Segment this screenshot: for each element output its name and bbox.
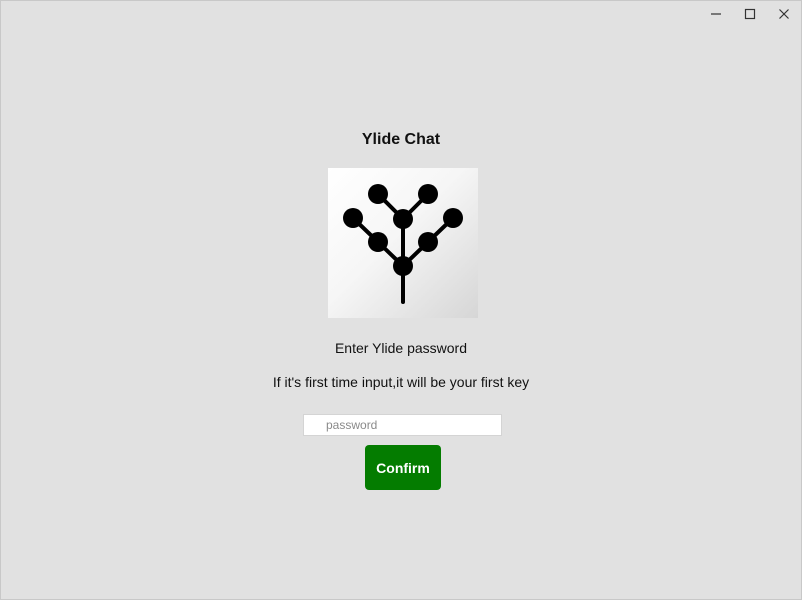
first-key-hint: If it's first time input,it will be your… [272,374,530,390]
app-logo [328,168,478,318]
app-window: Ylide Chat Enter Ylide password If it's … [0,0,802,600]
confirm-button[interactable]: Confirm [365,445,441,490]
ylide-tree-logo-icon [343,184,463,304]
maximize-button[interactable] [733,1,767,27]
maximize-icon [744,8,756,20]
password-prompt: Enter Ylide password [334,340,468,356]
password-input[interactable] [303,414,502,436]
minimize-button[interactable] [699,1,733,27]
close-button[interactable] [767,1,801,27]
minimize-icon [711,13,721,15]
close-icon [779,9,789,19]
window-controls [699,1,801,29]
app-title: Ylide Chat [361,131,441,148]
